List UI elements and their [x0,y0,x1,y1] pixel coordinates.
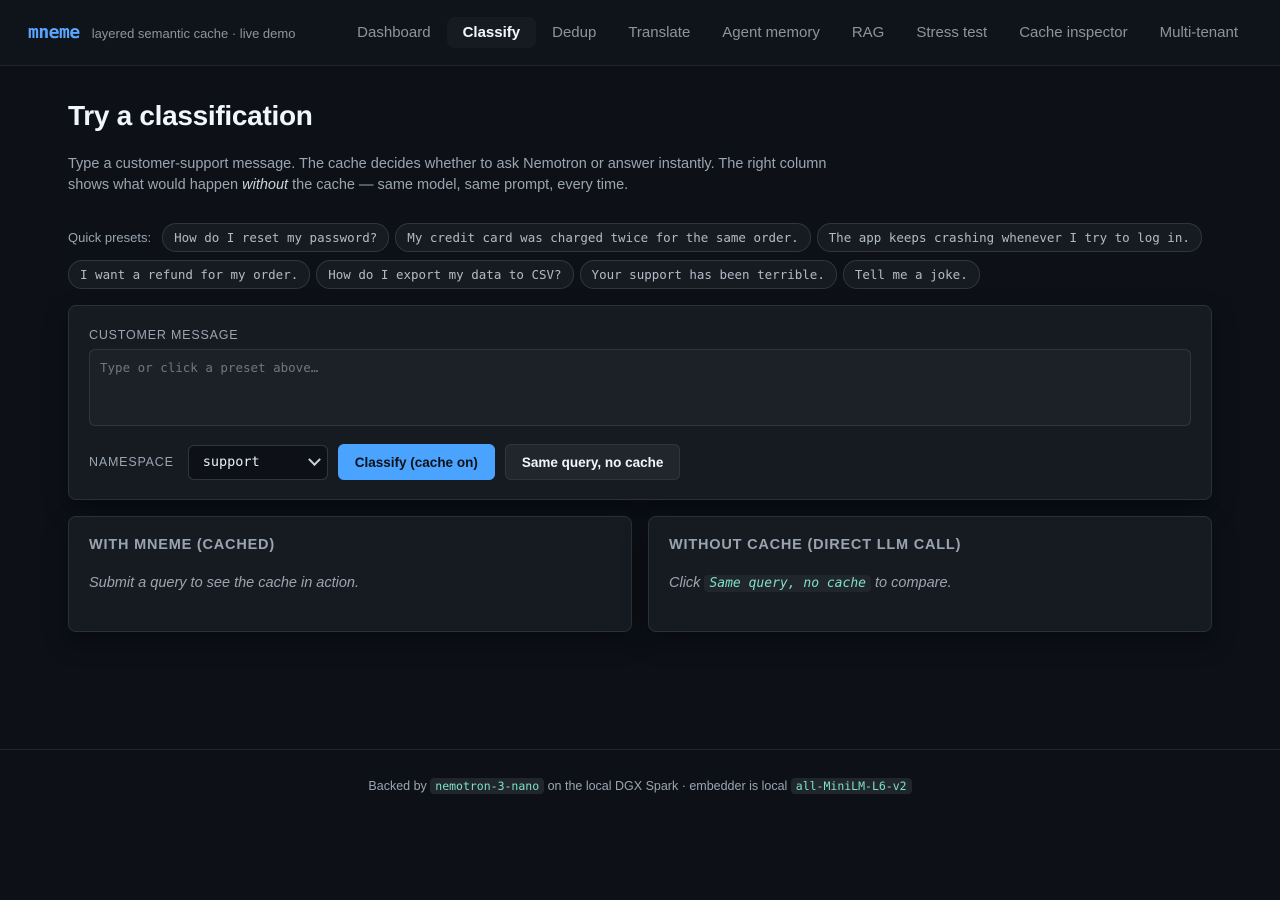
namespace-value: support [202,454,260,470]
composer-controls: NAMESPACE support Classify (cache on) Sa… [89,444,1191,480]
top-bar: mneme layered semantic cache · live demo… [0,0,1280,66]
tab-cache-inspector[interactable]: Cache inspector [1003,17,1143,48]
intro-part-2: the cache — same model, same prompt, eve… [288,177,629,193]
preset-chip[interactable]: Your support has been terrible. [579,260,837,289]
quick-presets: Quick presets: How do I reset my passwor… [68,223,1212,289]
direct-result-title: WITHOUT CACHE (DIRECT LLM CALL) [669,537,962,553]
tab-classify[interactable]: Classify [446,17,537,48]
direct-body-part-1: Click [669,575,705,591]
direct-body-part-2: to compare. [871,575,952,591]
namespace-label: NAMESPACE [89,455,174,469]
brand-tagline: layered semantic cache · live demo [91,26,296,41]
tab-dashboard[interactable]: Dashboard [341,17,446,48]
footer-text-1: Backed by [368,779,431,793]
main-content: Try a classification Type a customer-sup… [0,66,1280,632]
tab-dedup[interactable]: Dedup [536,17,612,48]
preset-chip[interactable]: My credit card was charged twice for the… [395,223,811,252]
presets-label: Quick presets: [68,230,152,245]
cached-result-title: WITH MNEME (CACHED) [89,537,275,553]
intro-text: Type a customer-support message. The cac… [68,154,868,196]
namespace-select[interactable]: support [187,444,328,480]
composer-card: CUSTOMER MESSAGE NAMESPACE support Class… [68,305,1212,500]
tab-multi-tenant[interactable]: Multi-tenant [1144,17,1254,48]
tab-rag[interactable]: RAG [836,17,901,48]
page-title: Try a classification [68,100,313,131]
customer-message-label: CUSTOMER MESSAGE [89,328,239,342]
results-row: WITH MNEME (CACHED) Submit a query to se… [68,516,1212,632]
inline-code: Same query, no cache [704,575,871,592]
brand-logo[interactable]: mneme [28,22,80,43]
preset-chip[interactable]: I want a refund for my order. [68,260,311,289]
footer-text-2: on the local DGX Spark · embedder is loc… [544,779,791,793]
tab-agent-memory[interactable]: Agent memory [706,17,836,48]
preset-chip[interactable]: Tell me a joke. [842,260,980,289]
customer-message-input[interactable] [89,349,1191,426]
chevron-down-icon [307,452,321,466]
tab-translate[interactable]: Translate [612,17,706,48]
intro-emphasis: without [242,177,289,193]
embedder-name: all-MiniLM-L6-v2 [790,778,912,794]
direct-result-body: Click Same query, no cache to compare. [669,575,1191,592]
preset-chip[interactable]: The app keeps crashing whenever I try to… [816,223,1202,252]
classify-button[interactable]: Classify (cache on) [337,444,495,480]
cached-result-card: WITH MNEME (CACHED) Submit a query to se… [68,516,632,632]
model-name: nemotron-3-nano [430,778,545,794]
brand: mneme layered semantic cache · live demo [28,22,295,43]
no-cache-button[interactable]: Same query, no cache [504,444,681,480]
main-nav: Dashboard Classify Dedup Translate Agent… [341,17,1254,48]
preset-chip[interactable]: How do I reset my password? [162,223,390,252]
direct-result-card: WITHOUT CACHE (DIRECT LLM CALL) Click Sa… [648,516,1212,632]
preset-chip[interactable]: How do I export my data to CSV? [316,260,574,289]
cached-result-body: Submit a query to see the cache in actio… [89,575,360,591]
tab-stress-test[interactable]: Stress test [900,17,1003,48]
footer: Backed by nemotron-3-nano on the local D… [0,749,1280,794]
